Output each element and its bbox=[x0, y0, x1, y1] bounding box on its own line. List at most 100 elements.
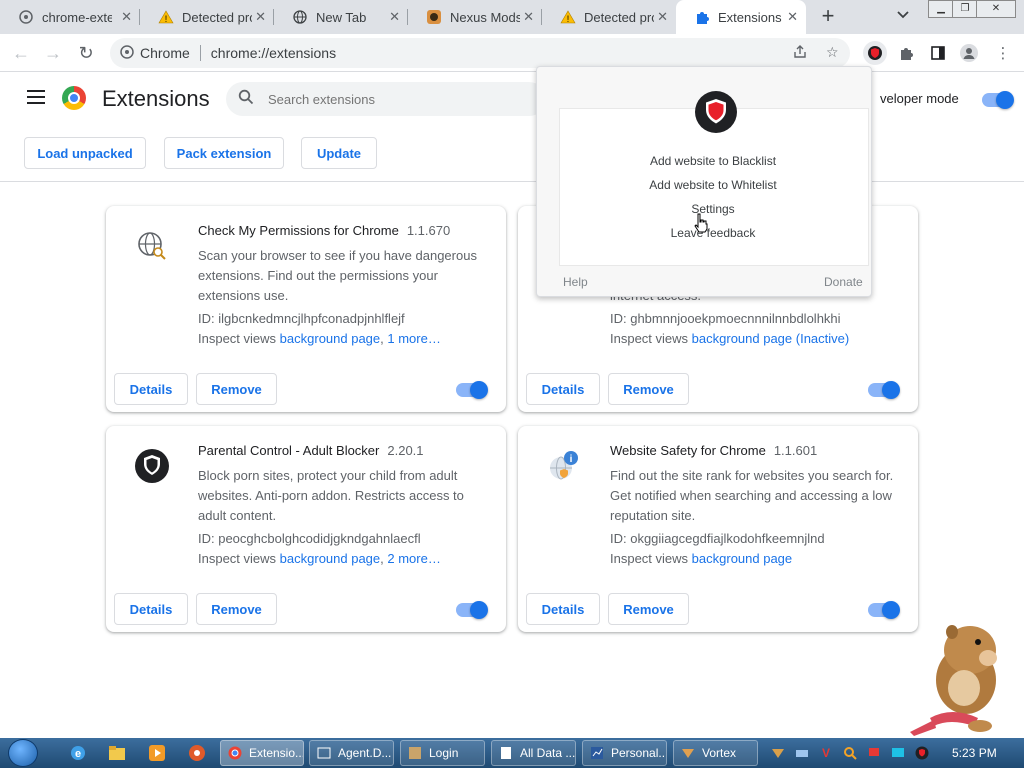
svg-text:i: i bbox=[570, 454, 573, 465]
svg-text:!: ! bbox=[165, 14, 168, 24]
bookmark-star-icon[interactable]: ☆ bbox=[826, 44, 839, 61]
side-panel-icon[interactable] bbox=[927, 42, 949, 64]
tab-close-icon[interactable]: ✕ bbox=[787, 9, 798, 25]
tray-search-icon[interactable] bbox=[842, 745, 858, 761]
background-page-link[interactable]: background page bbox=[692, 551, 792, 566]
taskbar-vortex[interactable]: Vortex bbox=[673, 740, 758, 766]
tab-close-icon[interactable]: ✕ bbox=[657, 9, 668, 25]
new-tab-button[interactable]: + bbox=[816, 4, 840, 28]
background-page-inactive-link[interactable]: background page (Inactive) bbox=[692, 331, 850, 346]
tab-search-icon[interactable] bbox=[896, 7, 914, 25]
extension-enable-toggle[interactable] bbox=[868, 601, 900, 619]
file-explorer-icon[interactable] bbox=[107, 743, 127, 763]
extension-name: Check My Permissions for Chrome 1.1.670 bbox=[198, 223, 451, 238]
remove-button[interactable]: Remove bbox=[608, 373, 689, 405]
details-button[interactable]: Details bbox=[114, 593, 188, 625]
extension-id: ID: ghbmnnjooekpmoecnnnilnnbdlolhkhi bbox=[610, 311, 841, 326]
taskbar-chrome-extensions[interactable]: Extensio... bbox=[220, 740, 304, 766]
load-unpacked-button[interactable]: Load unpacked bbox=[24, 137, 146, 169]
developer-mode-label: veloper mode bbox=[880, 91, 959, 106]
svg-text:!: ! bbox=[567, 14, 570, 24]
details-button[interactable]: Details bbox=[526, 593, 600, 625]
tab-detected-pro-1[interactable]: ! Detected pro ✕ bbox=[140, 0, 274, 34]
add-to-blacklist-item[interactable]: Add website to Blacklist bbox=[537, 154, 889, 168]
details-button[interactable]: Details bbox=[526, 373, 600, 405]
start-button[interactable] bbox=[8, 739, 38, 767]
tab-chrome-extension-page[interactable]: chrome-exte ✕ bbox=[0, 0, 140, 34]
remove-button[interactable]: Remove bbox=[608, 593, 689, 625]
extensions-puzzle-icon[interactable] bbox=[895, 42, 917, 64]
tab-title: New Tab bbox=[316, 9, 367, 25]
red-shield-logo-icon bbox=[695, 91, 737, 133]
restore-button[interactable]: ❐ bbox=[952, 0, 978, 18]
settings-item[interactable]: Settings bbox=[537, 202, 889, 216]
minimize-button[interactable]: ▁ bbox=[928, 0, 954, 18]
inspect-views: Inspect views background page, 2 more… bbox=[198, 551, 441, 566]
hamburger-menu-icon[interactable] bbox=[27, 90, 45, 104]
tab-title: Nexus Mods bbox=[450, 9, 520, 25]
tab-close-icon[interactable]: ✕ bbox=[255, 9, 266, 25]
warning-icon: ! bbox=[560, 9, 576, 25]
system-clock: 5:23 PM bbox=[952, 746, 997, 760]
address-bar[interactable]: Chrome chrome://extensions ☆ bbox=[110, 38, 850, 68]
remove-button[interactable]: Remove bbox=[196, 373, 277, 405]
search-extensions-box[interactable] bbox=[226, 82, 546, 116]
taskbar-all-data[interactable]: All Data ... bbox=[491, 740, 576, 766]
search-input[interactable] bbox=[268, 91, 528, 107]
update-button[interactable]: Update bbox=[301, 137, 377, 169]
background-page-link[interactable]: background page bbox=[280, 551, 380, 566]
tab-new-tab[interactable]: New Tab ✕ bbox=[274, 0, 408, 34]
tray-flag-icon[interactable] bbox=[866, 745, 882, 761]
details-button[interactable]: Details bbox=[114, 373, 188, 405]
extension-enable-toggle[interactable] bbox=[456, 601, 488, 619]
extension-enable-toggle[interactable] bbox=[868, 381, 900, 399]
developer-mode-toggle[interactable] bbox=[982, 91, 1014, 109]
extension-card-website-safety: i Website Safety for Chrome 1.1.601 Find … bbox=[518, 426, 918, 632]
forward-button[interactable]: → bbox=[42, 42, 64, 64]
profile-avatar-icon[interactable] bbox=[958, 42, 980, 64]
close-window-button[interactable]: ✕ bbox=[976, 0, 1016, 18]
tray-network-icon[interactable] bbox=[794, 745, 810, 761]
leave-feedback-item[interactable]: Leave feedback bbox=[537, 226, 889, 240]
extension-version: 2.20.1 bbox=[387, 443, 424, 458]
remove-button[interactable]: Remove bbox=[196, 593, 277, 625]
tab-close-icon[interactable]: ✕ bbox=[389, 9, 400, 25]
more-views-link[interactable]: 2 more… bbox=[387, 551, 440, 566]
shield-extension-icon[interactable] bbox=[863, 41, 887, 65]
share-icon[interactable] bbox=[792, 44, 808, 63]
tab-detected-pro-2[interactable]: ! Detected pro ✕ bbox=[542, 0, 676, 34]
hand-cursor-icon bbox=[694, 213, 708, 233]
window-icon bbox=[316, 745, 332, 761]
pack-extension-button[interactable]: Pack extension bbox=[164, 137, 284, 169]
inspect-views: Inspect views background page (Inactive) bbox=[610, 331, 850, 346]
tab-nexus-mods[interactable]: Nexus Mods ✕ bbox=[408, 0, 542, 34]
tab-title: Detected pro bbox=[182, 9, 252, 25]
chrome-menu-icon[interactable]: ⋮ bbox=[992, 42, 1014, 64]
extension-card-parental-control: Parental Control - Adult Blocker 2.20.1 B… bbox=[106, 426, 506, 632]
globe-info-shield-icon: i bbox=[546, 448, 582, 484]
black-shield-icon bbox=[134, 448, 170, 484]
tab-close-icon[interactable]: ✕ bbox=[121, 9, 132, 25]
tab-close-icon[interactable]: ✕ bbox=[523, 9, 534, 25]
tab-extensions[interactable]: Extensions ✕ bbox=[676, 0, 806, 34]
tray-vortex-icon[interactable] bbox=[770, 745, 786, 761]
more-views-link[interactable]: 1 more… bbox=[387, 331, 440, 346]
app-quicklaunch-icon[interactable] bbox=[187, 743, 207, 763]
extension-card-check-my-permissions: Check My Permissions for Chrome 1.1.670 S… bbox=[106, 206, 506, 412]
reload-button[interactable]: ↻ bbox=[75, 42, 97, 64]
extension-popup: Add website to Blacklist Add website to … bbox=[536, 66, 872, 297]
taskbar-login[interactable]: Login bbox=[400, 740, 485, 766]
donate-link[interactable]: Donate bbox=[824, 275, 863, 289]
back-button[interactable]: ← bbox=[10, 42, 32, 64]
taskbar-agent[interactable]: Agent.D... bbox=[309, 740, 394, 766]
background-page-link[interactable]: background page bbox=[280, 331, 380, 346]
extension-enable-toggle[interactable] bbox=[456, 381, 488, 399]
internet-explorer-icon[interactable]: e bbox=[68, 743, 88, 763]
tray-shield-icon[interactable] bbox=[914, 745, 930, 761]
taskbar-personal[interactable]: Personal... bbox=[582, 740, 667, 766]
media-player-icon[interactable] bbox=[147, 743, 167, 763]
tray-monitor-icon[interactable] bbox=[890, 745, 906, 761]
tray-v-icon[interactable]: V bbox=[818, 745, 834, 761]
add-to-whitelist-item[interactable]: Add website to Whitelist bbox=[537, 178, 889, 192]
help-link[interactable]: Help bbox=[563, 275, 588, 289]
